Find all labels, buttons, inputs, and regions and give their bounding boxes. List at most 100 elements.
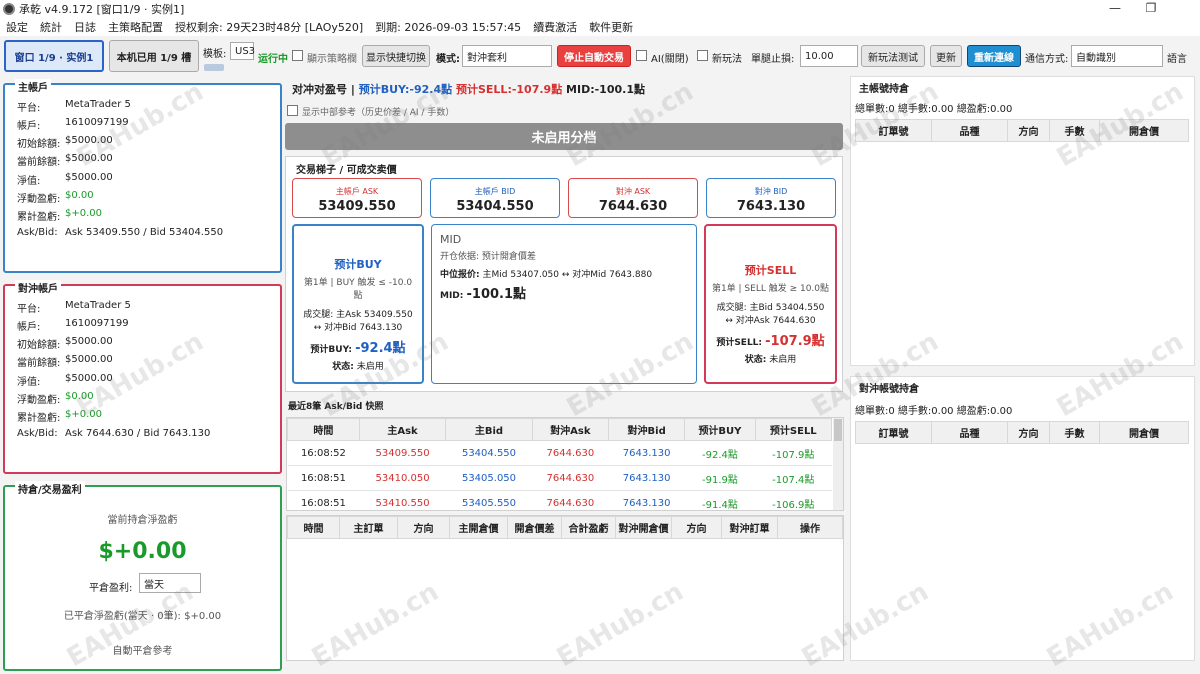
hedge-pos-col-symbol[interactable]: 品種 — [931, 421, 1008, 444]
menu-renew[interactable]: 續費激活 — [533, 19, 577, 35]
minimize-button[interactable]: — — [1108, 1, 1122, 15]
recent-col-main-bid[interactable]: 主Bid — [445, 418, 533, 441]
language-label[interactable]: 語言 — [1167, 50, 1187, 65]
hedge-ask-value: 7644.630 — [598, 199, 668, 214]
close-pnl-period-select[interactable]: 當天 — [139, 573, 201, 593]
recent-col-est-sell[interactable]: 预计SELL — [754, 418, 833, 441]
main-pos-col-direction[interactable]: 方向 — [1007, 119, 1050, 142]
new-play-checkbox[interactable] — [697, 50, 708, 61]
main-askbid-value: Ask 53409.550 / Bid 53404.550 — [65, 227, 224, 238]
main-pos-col-symbol[interactable]: 品種 — [931, 119, 1008, 142]
cell-hedge-ask: 7644.630 — [532, 490, 609, 510]
hedge-pos-col-ticket[interactable]: 訂單號 — [855, 421, 932, 444]
main-initial-balance-label: 初始餘額: — [17, 139, 61, 150]
menu-log[interactable]: 日誌 — [74, 19, 96, 35]
slots-used-button[interactable]: 本机已用 1/9 槽 — [109, 40, 199, 72]
hedge-pos-col-direction[interactable]: 方向 — [1007, 421, 1050, 444]
mid-box-ref-label: 中位报价: — [440, 270, 480, 280]
sell-box-est-label: 预计SELL: — [716, 338, 763, 348]
menu-statistics[interactable]: 統計 — [40, 19, 62, 35]
single-stop-input[interactable]: 10.00 — [800, 45, 858, 67]
recent-col-hedge-ask[interactable]: 對沖Ask — [531, 418, 610, 441]
hedge-positions-panel: 對沖帳號持倉 總單數:0 總手數:0.00 總盈虧:0.00 訂單號 品種 方向… — [850, 376, 1195, 661]
mid-box-mid-value: -100.1點 — [466, 287, 527, 302]
main-positions-summary: 總單數:0 總手數:0.00 總盈虧:0.00 — [855, 104, 1013, 115]
order-col-main-open[interactable]: 主開倉價 — [449, 516, 508, 539]
menu-settings[interactable]: 設定 — [6, 19, 28, 35]
stop-auto-trade-button[interactable]: 停止自動交易 — [557, 45, 631, 67]
hedge-pos-col-open-price[interactable]: 開倉價 — [1099, 421, 1189, 444]
pair-label: 对冲对盈号 | — [292, 83, 355, 96]
recent-title: 最近8筆 Ask/Bid 快照 — [288, 402, 384, 412]
restore-button[interactable]: ❐ — [1144, 1, 1158, 15]
hedge-account-value: 1610097199 — [65, 318, 129, 329]
header-est-sell: 预计SELL:-107.9點 — [455, 83, 563, 96]
main-pos-col-lots[interactable]: 手數 — [1049, 119, 1100, 142]
hedge-pos-col-lots[interactable]: 手數 — [1049, 421, 1100, 444]
order-col-action[interactable]: 操作 — [777, 516, 843, 539]
table-row[interactable]: 16:08:51 53410.050 53405.050 7644.630 76… — [287, 465, 832, 491]
main-account-value: 1610097199 — [65, 117, 129, 128]
show-strategy-label: 顯示策略欄 — [307, 54, 357, 65]
grid-status-bar[interactable]: 未启用分档 — [285, 123, 843, 150]
main-bid-label: 主帳戶 BID — [474, 187, 516, 196]
hedge-bid-quote: 對沖 BID 7643.130 — [706, 178, 836, 218]
hedge-current-balance-label: 當前餘額: — [17, 358, 61, 369]
comm-select[interactable]: 自動識別 — [1071, 45, 1163, 67]
ai-checkbox[interactable] — [636, 50, 647, 61]
order-header-row: 時間 主訂單 方向 主開倉價 開倉價差 合計盈虧 對沖開倉價 方向 對沖訂單 操… — [287, 516, 843, 539]
table-row[interactable]: 16:08:51 53410.550 53405.550 7644.630 76… — [287, 490, 832, 510]
recent-col-main-ask[interactable]: 主Ask — [358, 418, 447, 441]
order-col-direction[interactable]: 方向 — [397, 516, 450, 539]
template-slider[interactable] — [204, 64, 224, 71]
table-row[interactable]: 16:08:52 53409.550 53404.550 7644.630 76… — [287, 440, 832, 466]
recent-table-container[interactable]: 時間 主Ask 主Bid 對沖Ask 對沖Bid 预计BUY 预计SELL 16… — [286, 417, 844, 511]
sell-box-title: 预计SELL — [744, 264, 797, 277]
template-label: 模板: — [203, 49, 227, 60]
order-col-spread[interactable]: 開倉價差 — [507, 516, 562, 539]
order-col-time[interactable]: 時間 — [287, 516, 340, 539]
order-table-container: 時間 主訂單 方向 主開倉價 開倉價差 合計盈虧 對沖開倉價 方向 對沖訂單 操… — [286, 515, 844, 661]
hedge-positions-title: 對沖帳號持倉 — [859, 384, 919, 395]
main-current-balance-value: $5000.00 — [65, 153, 113, 164]
hedge-askbid-value: Ask 7644.630 / Bid 7643.130 — [65, 428, 211, 439]
mid-box-ref-value: 主Mid 53407.050 ↔ 对冲Mid 7643.880 — [482, 270, 653, 280]
order-col-hedge-open[interactable]: 對沖開倉價 — [615, 516, 672, 539]
recent-col-est-buy[interactable]: 预计BUY — [684, 418, 756, 441]
menu-software-update[interactable]: 軟件更新 — [589, 19, 633, 35]
window-instance-button[interactable]: 窗口 1/9 · 实例1 — [4, 40, 104, 72]
template-select[interactable]: US3 — [230, 42, 255, 60]
mode-label: 模式: — [436, 54, 460, 65]
mode-select[interactable]: 對沖套利 — [462, 45, 552, 67]
current-position-value: $+0.00 — [98, 539, 187, 564]
main-equity-value: $5000.00 — [65, 172, 113, 183]
hedge-floating-pnl-value: $0.00 — [65, 391, 94, 402]
recent-scrollbar[interactable] — [833, 418, 843, 510]
title-bar: 承乾 v4.9.172 [窗口1/9 · 实例1] — ❐ — [0, 0, 1200, 18]
main-pos-col-ticket[interactable]: 訂單號 — [855, 119, 932, 142]
show-mid-ref-checkbox[interactable] — [287, 105, 298, 116]
order-col-hedge-direction[interactable]: 方向 — [671, 516, 722, 539]
recent-col-hedge-bid[interactable]: 對沖Bid — [607, 418, 686, 441]
order-col-total-pnl[interactable]: 合計盈虧 — [561, 516, 616, 539]
mid-box: MID 开仓依据: 预计開倉價差 中位报价: 主Mid 53407.050 ↔ … — [431, 224, 697, 384]
hedge-ask-label: 對沖 ASK — [615, 187, 651, 196]
recent-col-time[interactable]: 時間 — [287, 418, 360, 441]
show-strategy-checkbox[interactable] — [292, 50, 303, 61]
main-positions-title: 主帳號持倉 — [859, 84, 909, 95]
refresh-button[interactable]: 更新 — [930, 45, 962, 67]
main-pos-col-open-price[interactable]: 開倉價 — [1099, 119, 1189, 142]
menu-strategy-config[interactable]: 主策略配置 — [108, 19, 163, 35]
quick-switch-button[interactable]: 显示快捷切换 — [362, 45, 430, 67]
new-play-test-button[interactable]: 新玩法测试 — [861, 45, 925, 67]
ladder-title: 交易梯子 / 可成交卖價 — [296, 165, 397, 176]
order-col-hedge-order[interactable]: 對沖訂單 — [721, 516, 778, 539]
cell-hedge-bid: 7643.130 — [608, 490, 685, 510]
reconnect-button[interactable]: 重新連線 — [967, 45, 1021, 67]
sell-box-leg: 成交腿: 主Bid 53404.550 — [716, 303, 825, 313]
main-floating-pnl-value: $0.00 — [65, 190, 94, 201]
order-col-main-order[interactable]: 主訂單 — [339, 516, 398, 539]
cell-time: 16:08:51 — [287, 465, 360, 491]
window-title: 承乾 v4.9.172 [窗口1/9 · 实例1] — [19, 3, 185, 16]
main-askbid-label: Ask/Bid: — [17, 227, 58, 238]
